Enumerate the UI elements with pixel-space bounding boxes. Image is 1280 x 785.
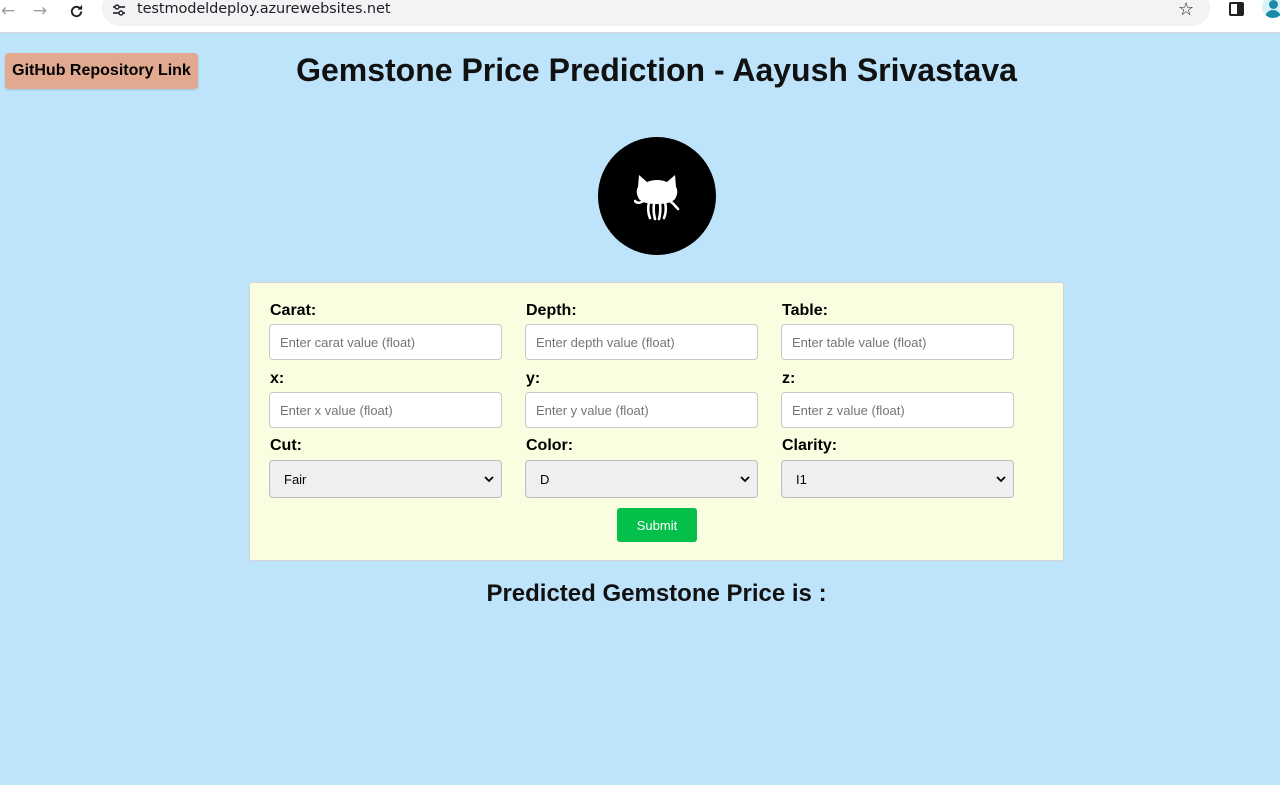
chevron-down-icon [996, 476, 1006, 483]
github-logo-icon [598, 137, 716, 255]
submit-button[interactable]: Submit [617, 508, 697, 542]
carat-input[interactable] [269, 324, 502, 360]
profile-avatar-icon[interactable] [1262, 0, 1280, 18]
depth-label: Depth: [526, 302, 577, 319]
prediction-form: Carat: Depth: Table: x: y: z: Cut: Fair … [249, 282, 1064, 561]
clarity-label: Clarity: [782, 437, 838, 454]
predicted-price-heading: Predicted Gemstone Price is : [486, 580, 827, 607]
cut-select[interactable]: Fair [269, 460, 502, 498]
chevron-down-icon [740, 476, 750, 483]
page-title: Gemstone Price Prediction - Aayush Sriva… [296, 52, 1017, 88]
x-input[interactable] [269, 392, 502, 428]
back-icon[interactable]: ← [0, 0, 20, 22]
color-select-value: D [540, 471, 550, 487]
color-label: Color: [526, 437, 574, 454]
cut-label: Cut: [270, 437, 302, 454]
forward-icon[interactable]: → [28, 0, 52, 22]
clarity-select[interactable]: I1 [781, 460, 1014, 498]
x-label: x: [270, 370, 285, 387]
table-label: Table: [782, 302, 828, 319]
carat-label: Carat: [270, 302, 317, 319]
address-bar[interactable]: testmodeldeploy.azurewebsites.net ☆ [102, 0, 1210, 26]
y-input[interactable] [525, 392, 758, 428]
y-label: y: [526, 370, 541, 387]
z-input[interactable] [781, 392, 1014, 428]
browser-toolbar: ← → testmodeldeploy.azurewebsites.net ☆ [0, 0, 1280, 33]
table-input[interactable] [781, 324, 1014, 360]
color-select[interactable]: D [525, 460, 758, 498]
site-info-icon[interactable] [110, 2, 128, 18]
z-label: z: [782, 370, 796, 387]
url-text[interactable]: testmodeldeploy.azurewebsites.net [137, 1, 391, 17]
cut-select-value: Fair [284, 471, 307, 487]
depth-input[interactable] [525, 324, 758, 360]
reload-icon[interactable] [64, 0, 88, 22]
chevron-down-icon [484, 476, 494, 483]
clarity-select-value: I1 [796, 471, 807, 487]
side-panel-icon[interactable] [1229, 2, 1244, 16]
bookmark-star-icon[interactable]: ☆ [1178, 0, 1194, 20]
